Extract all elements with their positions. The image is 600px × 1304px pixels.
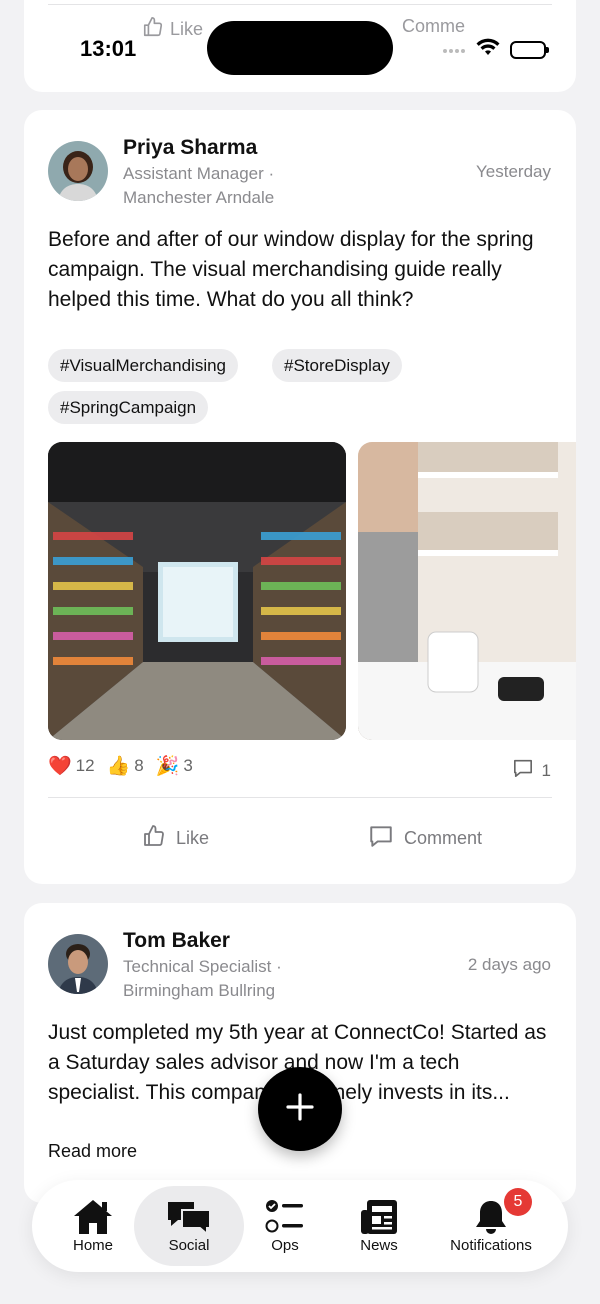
bottom-nav: Home Social Ops News Notifications 5 [32, 1180, 568, 1272]
heart-reaction-icon: ❤️ [48, 755, 72, 777]
newspaper-icon [359, 1198, 399, 1240]
read-more-link[interactable]: Read more [48, 1141, 137, 1162]
thumbs-up-icon [142, 16, 164, 43]
divider [48, 797, 552, 798]
comment-label: Comment [404, 828, 483, 848]
comment-count[interactable]: 1 [512, 758, 551, 783]
post-image[interactable] [48, 442, 346, 740]
author-name[interactable]: Priya Sharma [123, 136, 257, 160]
home-icon [72, 1198, 114, 1240]
reaction-summary[interactable]: ❤️ 12 👍 8 🎉 3 [48, 756, 201, 776]
reaction-count: 3 [183, 756, 193, 775]
author-role: Assistant Manager · [123, 164, 275, 183]
post-card: Priya Sharma Assistant Manager · Manches… [24, 110, 576, 884]
author-role: Technical Specialist · [123, 957, 282, 976]
comment-icon [512, 758, 534, 783]
author-name[interactable]: Tom Baker [123, 929, 230, 953]
hashtag-chip[interactable]: #StoreDisplay [272, 349, 402, 382]
comment-label: Comme [402, 16, 466, 36]
nav-notifications[interactable]: Notifications 5 [436, 1186, 546, 1266]
nav-news[interactable]: News [342, 1186, 416, 1266]
comment-button[interactable]: Comment [368, 824, 482, 853]
hashtag-chip[interactable]: #VisualMerchandising [48, 349, 239, 382]
status-icons [442, 38, 549, 61]
like-label: Like [176, 828, 210, 848]
status-time: 13:01 [80, 36, 137, 61]
avatar[interactable] [48, 141, 108, 201]
post-timestamp: Yesterday [476, 162, 551, 181]
post-timestamp: 2 days ago [467, 955, 551, 974]
dynamic-island [207, 21, 393, 75]
post-card: Tom Baker Technical Specialist · Birming… [24, 903, 576, 1203]
author-location: Birmingham Bullring [123, 981, 276, 1000]
comment-icon [368, 824, 394, 853]
divider [48, 4, 552, 5]
like-label: Like [170, 19, 204, 39]
nav-ops[interactable]: Ops [250, 1186, 320, 1266]
author-location: Manchester Arndale [123, 188, 275, 207]
like-button[interactable]: Like [142, 824, 209, 853]
nav-home[interactable]: Home [52, 1186, 134, 1266]
comment-count-value: 1 [541, 760, 551, 780]
signal-icon [442, 41, 466, 59]
like-button[interactable]: Like [142, 16, 203, 43]
nav-social[interactable]: Social [134, 1186, 244, 1266]
thumbs-up-reaction-icon: 👍 [106, 755, 131, 777]
post-image[interactable] [358, 442, 576, 740]
plus-icon [285, 1092, 315, 1127]
chat-bubbles-icon [164, 1198, 214, 1242]
checklist-icon [265, 1198, 305, 1240]
notifications-badge: 5 [504, 1188, 532, 1216]
party-reaction-icon: 🎉 [155, 755, 180, 777]
battery-icon [510, 40, 549, 59]
create-post-button[interactable] [258, 1067, 342, 1151]
reaction-count: 12 [75, 756, 95, 775]
thumbs-up-icon [142, 824, 166, 853]
wifi-icon [476, 38, 500, 61]
avatar[interactable] [48, 934, 108, 994]
post-text: Before and after of our window display f… [48, 228, 534, 311]
comment-button[interactable]: Comme [402, 16, 465, 37]
hashtag-chip[interactable]: #SpringCampaign [48, 391, 209, 424]
reaction-count: 8 [134, 756, 144, 775]
